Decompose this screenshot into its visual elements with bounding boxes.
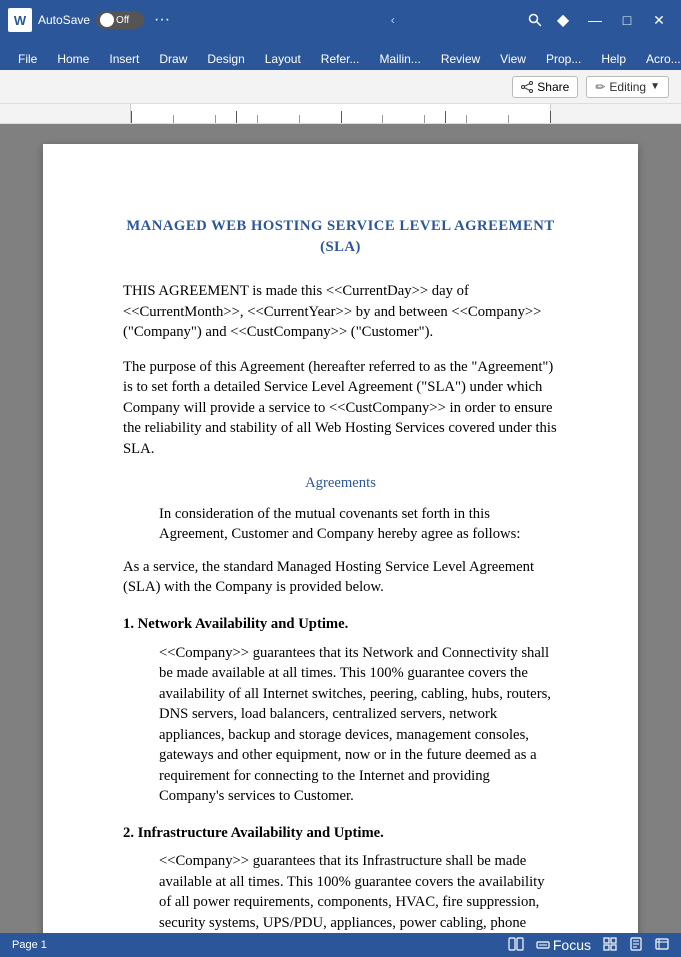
tab-references[interactable]: Refer... <box>311 48 370 70</box>
tab-proofing[interactable]: Prop... <box>536 48 591 70</box>
ribbon-actions: Share ✏ Editing ▼ <box>0 70 681 104</box>
search-button[interactable] <box>521 8 549 32</box>
ruler <box>0 104 681 124</box>
section1-heading: 1. Network Availability and Uptime. <box>123 614 558 635</box>
tab-design[interactable]: Design <box>197 48 254 70</box>
titlebar: W AutoSave Off ··· ‹ ◆ — □ ✕ <box>0 0 681 40</box>
section2-body: <<Company>> guarantees that its Infrastr… <box>159 851 558 933</box>
web-layout-icon[interactable] <box>655 937 669 954</box>
editing-button[interactable]: ✏ Editing ▼ <box>586 76 669 98</box>
tab-file[interactable]: File <box>8 48 47 70</box>
page-label: Page 1 <box>12 939 47 951</box>
tab-acrobat[interactable]: Acro... <box>636 48 681 70</box>
doc-para-4: As a service, the standard Managed Hosti… <box>123 557 558 598</box>
share-label: Share <box>537 80 569 94</box>
pencil-icon: ✏ <box>595 80 605 94</box>
close-button[interactable]: ✕ <box>645 6 673 34</box>
editing-chevron: ▼ <box>650 81 660 92</box>
read-mode-icon[interactable] <box>508 937 524 954</box>
autosave-label: AutoSave <box>38 13 90 27</box>
tab-review[interactable]: Review <box>431 48 490 70</box>
page-number: Page 1 <box>12 939 47 951</box>
main-content-area[interactable]: MANAGED WEB HOSTING SERVICE LEVEL AGREEM… <box>0 124 681 933</box>
section2-heading: 2. Infrastructure Availability and Uptim… <box>123 823 558 844</box>
statusbar: Page 1 Focus <box>0 933 681 957</box>
doc-para-3: In consideration of the mutual covenants… <box>159 504 558 545</box>
window-controls: ◆ — □ ✕ <box>549 6 673 34</box>
toggle-off-text: Off <box>116 15 129 26</box>
doc-para-2: The purpose of this Agreement (hereafter… <box>123 357 558 460</box>
grid-view-icon[interactable] <box>603 937 617 954</box>
word-icon: W <box>8 8 32 32</box>
toggle-circle <box>100 13 114 27</box>
statusbar-right: Focus <box>508 937 669 954</box>
ruler-inner <box>130 104 551 123</box>
focus-label: Focus <box>553 937 591 953</box>
document-title: MANAGED WEB HOSTING SERVICE LEVEL AGREEM… <box>123 216 558 257</box>
tab-home[interactable]: Home <box>47 48 99 70</box>
titlebar-left: W AutoSave Off ··· <box>8 8 265 32</box>
editing-label: Editing <box>609 80 646 94</box>
maximize-button[interactable]: □ <box>613 6 641 34</box>
diamond-icon[interactable]: ◆ <box>549 6 577 34</box>
agreements-heading: Agreements <box>123 473 558 494</box>
document-page: MANAGED WEB HOSTING SERVICE LEVEL AGREEM… <box>43 144 638 933</box>
ribbon-tabs: File Home Insert Draw Design Layout Refe… <box>0 40 681 70</box>
focus-button[interactable]: Focus <box>536 937 591 953</box>
tab-draw[interactable]: Draw <box>149 48 197 70</box>
tab-view[interactable]: View <box>490 48 536 70</box>
tab-insert[interactable]: Insert <box>99 48 149 70</box>
breadcrumb-chevron: ‹ <box>391 13 395 27</box>
section1-body: <<Company>> guarantees that its Network … <box>159 643 558 807</box>
share-button[interactable]: Share <box>512 76 578 98</box>
print-layout-icon[interactable] <box>629 937 643 954</box>
tab-layout[interactable]: Layout <box>255 48 311 70</box>
tab-help[interactable]: Help <box>591 48 636 70</box>
more-options-icon[interactable]: ··· <box>154 11 170 29</box>
doc-para-1: THIS AGREEMENT is made this <<CurrentDay… <box>123 281 558 343</box>
tab-mailings[interactable]: Mailin... <box>369 48 430 70</box>
titlebar-center: ‹ <box>265 13 522 27</box>
minimize-button[interactable]: — <box>581 6 609 34</box>
autosave-toggle[interactable]: Off <box>96 11 144 29</box>
